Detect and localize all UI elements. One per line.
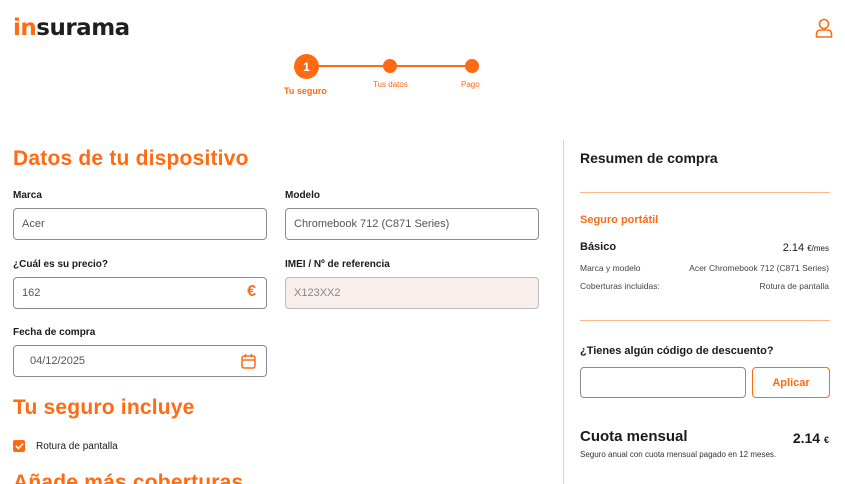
step-3-indicator — [465, 59, 479, 73]
brand-field[interactable]: Acer — [13, 208, 267, 240]
plan-price-unit: €/mes — [807, 244, 829, 253]
monthly-fee-price: 2.14 € — [793, 430, 829, 446]
brand-value: Acer — [22, 218, 45, 230]
plan-price: 2.14 €/mes — [783, 242, 829, 254]
price-field[interactable]: 162 € — [13, 277, 267, 309]
discount-code-input[interactable] — [580, 367, 746, 398]
monthly-fee-note: Seguro anual con cuota mensual pagado en… — [580, 450, 777, 459]
calendar-icon[interactable] — [241, 353, 256, 369]
coverage-value: Rotura de pantalla — [759, 281, 829, 291]
euro-icon: € — [247, 283, 256, 300]
imei-placeholder: X123XX2 — [294, 287, 341, 299]
apply-discount-button[interactable]: Aplicar — [752, 367, 830, 398]
model-label: Modelo — [285, 190, 320, 201]
summary-separator — [580, 320, 830, 321]
checkbox-checked-icon[interactable] — [13, 440, 25, 452]
user-icon[interactable] — [815, 18, 833, 38]
summary-separator — [580, 192, 830, 193]
monthly-fee-currency: € — [823, 435, 829, 445]
insurama-logo[interactable]: insurama — [13, 15, 130, 41]
brand-model-value: Acer Chromebook 712 (C871 Series) — [689, 263, 829, 273]
logo-text: surama — [36, 15, 130, 41]
step-1-indicator: 1 — [294, 54, 319, 79]
step-connector — [310, 65, 390, 67]
step-number: 1 — [303, 59, 310, 74]
plan-name: Básico — [580, 241, 617, 253]
step-connector — [390, 65, 470, 67]
summary-section-title: Seguro portátil — [580, 214, 659, 226]
brand-label: Marca — [13, 190, 42, 201]
imei-field[interactable]: X123XX2 — [285, 277, 539, 309]
more-coverages-title: Añade más coberturas — [13, 471, 244, 484]
imei-label: IMEI / Nº de referencia — [285, 259, 390, 270]
summary-divider — [563, 140, 564, 484]
plan-price-value: 2.14 — [782, 242, 805, 254]
model-value: Chromebook 712 (C871 Series) — [294, 218, 450, 230]
discount-question: ¿Tienes algún código de descuento? — [580, 345, 774, 357]
device-section-title: Datos de tu dispositivo — [13, 147, 249, 170]
coverage-label: Coberturas incluidas: — [580, 281, 660, 291]
coverage-item-label: Rotura de pantalla — [36, 440, 118, 452]
purchase-date-value: 04/12/2025 — [30, 355, 86, 367]
summary-title: Resumen de compra — [580, 150, 718, 166]
monthly-fee-value: 2.14 — [792, 430, 821, 446]
brand-model-label: Marca y modelo — [580, 263, 641, 273]
includes-title: Tu seguro incluye — [13, 396, 195, 419]
step-1-label: Tu seguro — [284, 86, 327, 96]
logo-accent: in — [13, 15, 37, 41]
step-2-indicator — [383, 59, 397, 73]
purchase-date-label: Fecha de compra — [13, 327, 96, 338]
monthly-fee-label: Cuota mensual — [580, 428, 688, 445]
step-3-label: Pago — [461, 80, 480, 89]
coverage-item-screen[interactable]: Rotura de pantalla — [13, 440, 118, 452]
price-label: ¿Cuál es su precio? — [13, 259, 109, 270]
step-2-label: Tus datos — [373, 80, 408, 89]
purchase-date-field[interactable]: 04/12/2025 — [13, 345, 267, 377]
price-value: 162 — [22, 287, 41, 299]
model-field[interactable]: Chromebook 712 (C871 Series) — [285, 208, 539, 240]
checkout-stepper: 1 Tu seguro Tus datos Pago — [280, 54, 480, 104]
